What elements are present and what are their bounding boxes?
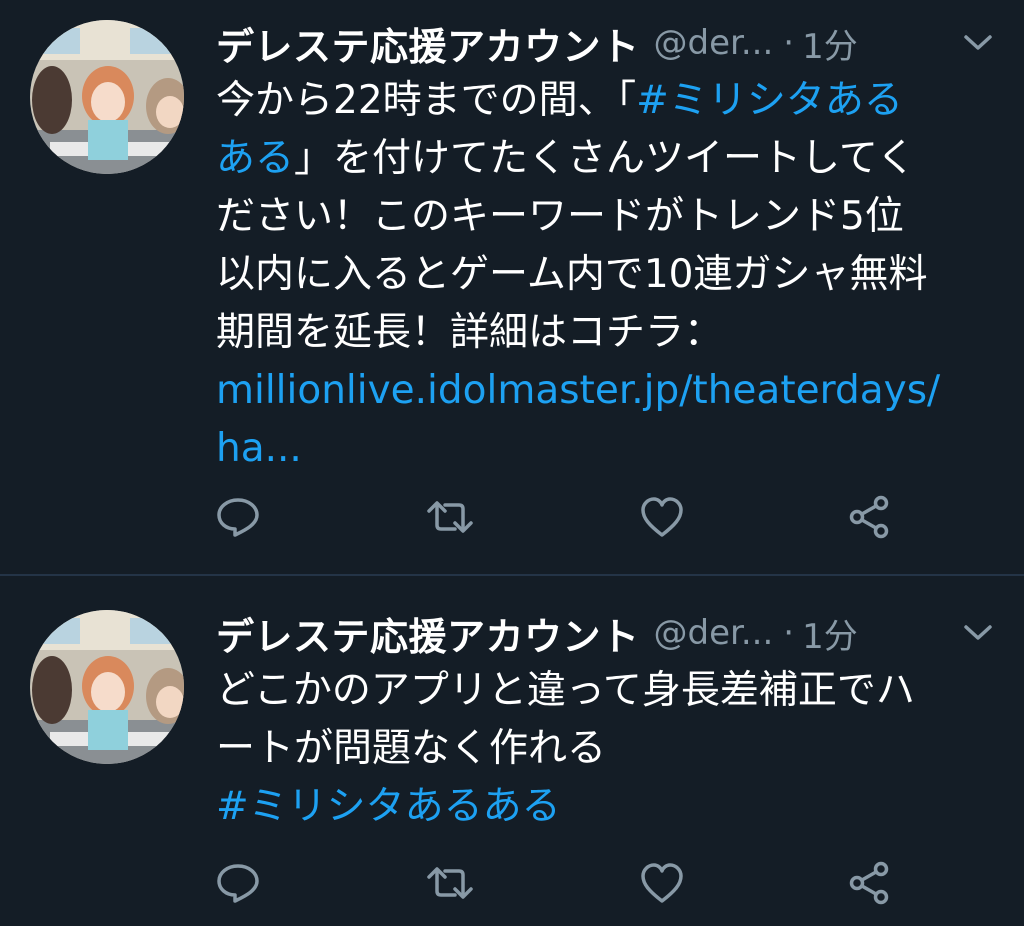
hashtag-link[interactable]: ある <box>216 136 294 181</box>
tweet-text-line: 以内に入るとゲーム内で10連ガシャ無料 <box>216 252 928 297</box>
heart-icon <box>641 497 683 537</box>
display-name[interactable]: デレステ応援アカウント <box>216 606 640 661</box>
tweet-actions <box>212 858 902 908</box>
tweet-text-line: ださい！このキーワードがトレンド5位 <box>216 194 904 239</box>
reply-icon <box>217 864 259 903</box>
tweet[interactable]: デレステ応援アカウント @der... · 1分 どこかのアプリと違って身長差補… <box>0 576 1024 926</box>
share-icon <box>849 861 889 905</box>
avatar-image <box>30 20 184 174</box>
retweet-button[interactable] <box>424 492 476 542</box>
tweet-text-line: ートが問題なく作れる <box>216 726 607 771</box>
display-name[interactable]: デレステ応援アカウント <box>216 16 640 71</box>
separator-dot: · <box>783 23 795 63</box>
share-button[interactable] <box>844 858 896 908</box>
text-segment: 今から22時までの間、「 <box>216 78 637 123</box>
like-button[interactable] <box>636 858 688 908</box>
url-link[interactable]: ha... <box>216 420 1000 478</box>
tweet-text: どこかのアプリと違って身長差補正でハ ートが問題なく作れる #ミリシタあるある <box>216 662 1000 836</box>
retweet-button[interactable] <box>424 858 476 908</box>
reply-button[interactable] <box>212 858 264 908</box>
tweet-header: デレステ応援アカウント @der... · 1分 <box>216 606 996 661</box>
like-button[interactable] <box>636 492 688 542</box>
tweet-text: 今から22時までの間、「#ミリシタある ある」を付けてたくさんツイートしてく だ… <box>216 72 1000 478</box>
tweet-header: デレステ応援アカウント @der... · 1分 <box>216 16 996 71</box>
tweet-text-line: どこかのアプリと違って身長差補正でハ <box>216 668 915 713</box>
hashtag-link[interactable]: #ミリシタあるある <box>216 778 1000 836</box>
username-handle[interactable]: @der... <box>654 613 774 653</box>
timestamp[interactable]: 1分 <box>802 19 858 68</box>
reply-button[interactable] <box>212 492 264 542</box>
tweet[interactable]: デレステ応援アカウント @der... · 1分 今から22時までの間、「#ミリ… <box>0 0 1024 574</box>
retweet-icon <box>427 501 473 533</box>
chevron-down-icon[interactable] <box>960 618 996 646</box>
hashtag-link[interactable]: #ミリシタある <box>636 78 903 123</box>
username-handle[interactable]: @der... <box>654 23 774 63</box>
separator-dot: · <box>783 613 795 653</box>
url-link[interactable]: millionlive.idolmaster.jp/theaterdays/ <box>216 362 1000 420</box>
tweet-text-line: 期間を延長！詳細はコチラ： <box>216 310 724 355</box>
share-icon <box>849 495 889 539</box>
avatar[interactable] <box>30 20 184 174</box>
reply-icon <box>217 498 259 537</box>
tweet-actions <box>212 492 902 542</box>
timestamp[interactable]: 1分 <box>802 609 858 658</box>
text-segment: 」を付けてたくさんツイートしてく <box>294 136 916 181</box>
heart-icon <box>641 863 683 903</box>
tweet-text-line: 今から22時までの間、「#ミリシタある <box>216 72 1000 130</box>
tweet-text-line: ある」を付けてたくさんツイートしてく <box>216 130 1000 188</box>
chevron-down-icon[interactable] <box>960 28 996 56</box>
share-button[interactable] <box>844 492 896 542</box>
avatar[interactable] <box>30 610 184 764</box>
avatar-image <box>30 610 184 764</box>
retweet-icon <box>427 867 473 899</box>
